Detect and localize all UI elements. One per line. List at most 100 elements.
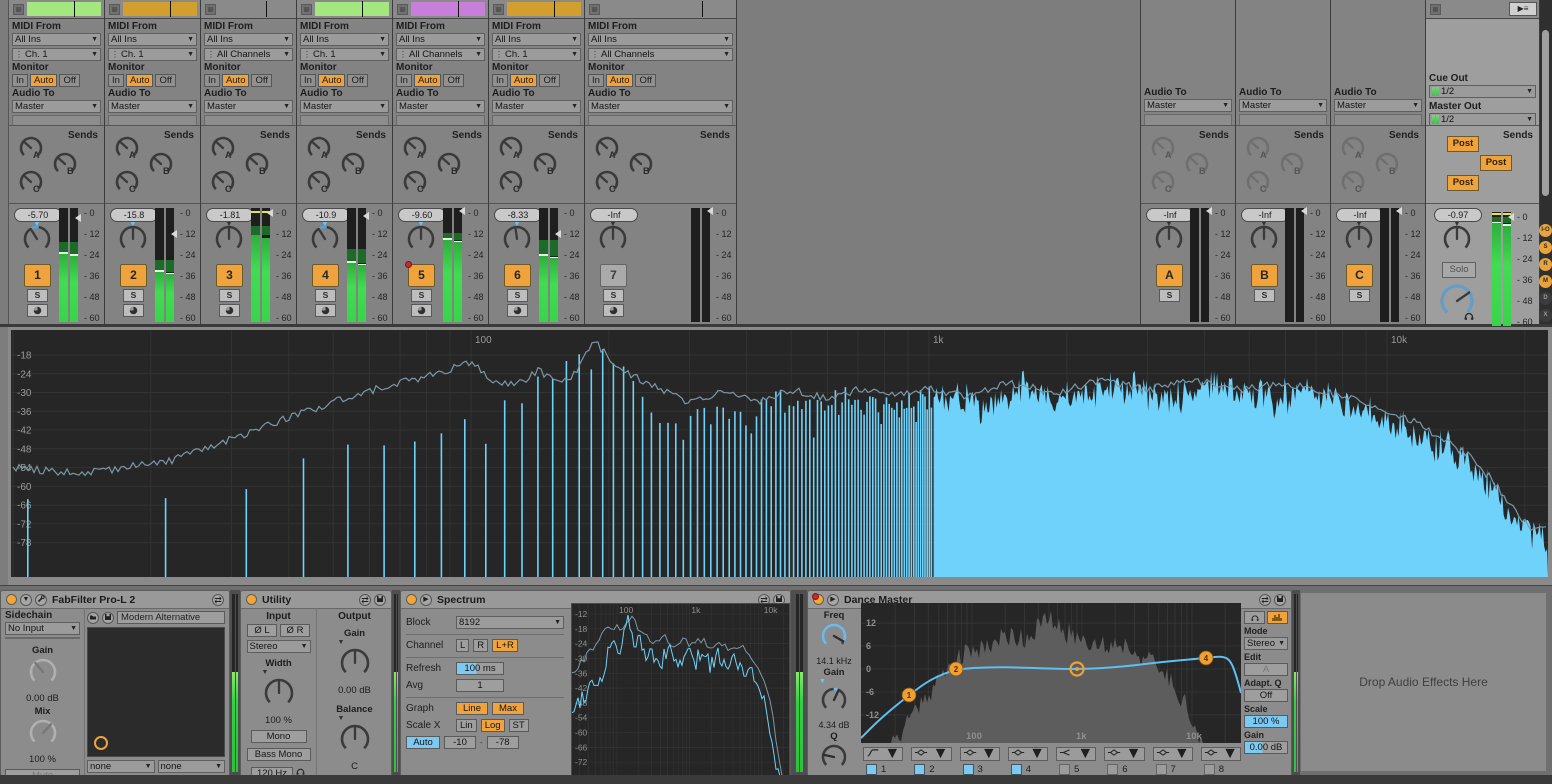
avg-value[interactable]: 1: [456, 679, 504, 692]
balance-knob[interactable]: ▼: [338, 715, 372, 761]
midi-channel-select[interactable]: ⋮All Channels▼: [396, 48, 485, 61]
midi-from-select[interactable]: All Ins▼: [588, 33, 733, 46]
solo-button[interactable]: S: [123, 289, 144, 302]
mini-spectrum-display[interactable]: -12-18-24-30-36-42-48-54-60-66-721001k10…: [571, 603, 790, 777]
return-activator-button[interactable]: C: [1346, 264, 1373, 287]
monitor-off-button[interactable]: Off: [635, 74, 656, 87]
track-activator-button[interactable]: 4: [312, 264, 339, 287]
cue-volume-knob[interactable]: [1438, 282, 1478, 322]
send-c-knob[interactable]: C: [17, 168, 45, 201]
pan-knob[interactable]: ▼: [596, 223, 630, 263]
send-c-knob[interactable]: C: [593, 168, 621, 201]
track-level-readout[interactable]: -9.60: [398, 208, 446, 222]
monitor-in-button[interactable]: In: [396, 74, 412, 87]
clip-stop-button[interactable]: [13, 4, 24, 15]
device-on-icon[interactable]: [406, 594, 417, 605]
eq-curve-display[interactable]: 1260-6-121001k10k124: [861, 603, 1241, 743]
save-preset-icon[interactable]: [1274, 594, 1286, 606]
gain-knob[interactable]: ▼: [819, 678, 849, 720]
arm-record-button[interactable]: [411, 304, 432, 317]
send-a-post-button[interactable]: Post: [1447, 136, 1479, 152]
width-knob[interactable]: ▼: [262, 669, 296, 715]
band-7-enable-checkbox[interactable]: [1156, 764, 1167, 775]
clip-stop-button[interactable]: [397, 4, 408, 15]
band-1-filter-type-select[interactable]: ▼: [863, 747, 903, 761]
send-b-knob[interactable]: B: [243, 150, 271, 183]
send-b-post-button[interactable]: Post: [1480, 155, 1512, 171]
band-6-enable-checkbox[interactable]: [1107, 764, 1118, 775]
track-level-readout[interactable]: -1.81: [206, 208, 254, 222]
send-b-knob[interactable]: B: [339, 150, 367, 183]
solo-button[interactable]: S: [1159, 289, 1180, 302]
pan-knob[interactable]: ▼: [20, 223, 54, 263]
device-on-icon[interactable]: [813, 594, 824, 605]
send-b-knob[interactable]: B: [531, 150, 559, 183]
range-low-field[interactable]: -78: [487, 736, 519, 749]
monitor-off-button[interactable]: Off: [251, 74, 272, 87]
track-activator-button[interactable]: 7: [600, 264, 627, 287]
audition-headphone-button[interactable]: [1244, 611, 1265, 624]
master-level-readout[interactable]: -0.97: [1434, 208, 1482, 222]
return-activator-button[interactable]: A: [1156, 264, 1183, 287]
send-a-knob[interactable]: A: [113, 134, 141, 167]
level-meter[interactable]: 01224364860: [539, 208, 583, 322]
clip-slot[interactable]: [219, 2, 293, 16]
send-c-knob[interactable]: C: [497, 168, 525, 201]
track-activator-button[interactable]: 1: [24, 264, 51, 287]
freq-value[interactable]: 14.1 kHz: [816, 656, 852, 666]
track-level-readout[interactable]: -15.8: [110, 208, 158, 222]
band-6-filter-type-select[interactable]: ▼: [1104, 747, 1144, 761]
channel-lr-button[interactable]: L+R: [492, 639, 518, 652]
adapt-q-button[interactable]: Off: [1244, 689, 1288, 702]
send-c-knob[interactable]: C: [1339, 168, 1367, 201]
master-out-select[interactable]: 1/2▼: [1429, 113, 1536, 125]
level-meter[interactable]: 01224364860: [155, 208, 199, 322]
clip-stop-button[interactable]: [493, 4, 504, 15]
send-c-knob[interactable]: C: [401, 168, 429, 201]
pan-knob[interactable]: ▼: [500, 223, 534, 263]
gain-knob[interactable]: ▼: [338, 639, 372, 685]
send-a-knob[interactable]: A: [401, 134, 429, 167]
solo-button[interactable]: S: [411, 289, 432, 302]
folder-icon[interactable]: [87, 612, 99, 624]
bass-mono-button[interactable]: Bass Mono: [247, 748, 311, 761]
send-c-knob[interactable]: C: [113, 168, 141, 201]
monitor-auto-button[interactable]: Auto: [510, 74, 538, 87]
device-on-icon[interactable]: [6, 594, 17, 605]
gain-knob[interactable]: [27, 656, 59, 693]
band-8-enable-checkbox[interactable]: [1204, 764, 1215, 775]
arm-record-button[interactable]: [315, 304, 336, 317]
band-1-enable-checkbox[interactable]: [866, 764, 877, 775]
monitor-off-button[interactable]: Off: [155, 74, 176, 87]
refresh-value[interactable]: 100 ms: [456, 662, 504, 675]
send-b-knob[interactable]: B: [1183, 150, 1211, 183]
mix-knob[interactable]: [27, 717, 59, 754]
save-icon[interactable]: [102, 612, 114, 624]
send-b-knob[interactable]: B: [51, 150, 79, 183]
band-2-enable-checkbox[interactable]: [914, 764, 925, 775]
arm-record-button[interactable]: [219, 304, 240, 317]
scale-log-button[interactable]: Log: [481, 719, 505, 732]
pan-knob[interactable]: ▼: [308, 223, 342, 263]
arm-record-button[interactable]: [123, 304, 144, 317]
device-title-bar[interactable]: ▼ FabFilter Pro-L 2 ⇄: [1, 591, 229, 609]
pan-knob[interactable]: ▼: [404, 223, 438, 263]
volume-fader-handle[interactable]: [1301, 207, 1307, 215]
volume-fader-handle[interactable]: [267, 209, 273, 217]
hot-swap-icon[interactable]: ⇄: [1259, 594, 1271, 606]
send-b-knob[interactable]: B: [1373, 150, 1401, 183]
wrench-icon[interactable]: [35, 594, 47, 606]
balance-value[interactable]: C: [351, 761, 358, 772]
monitor-auto-button[interactable]: Auto: [222, 74, 250, 87]
send-b-knob[interactable]: B: [1278, 150, 1306, 183]
midi-channel-select[interactable]: ⋮Ch. 1▼: [12, 48, 101, 61]
level-meter[interactable]: 01224364860: [59, 208, 103, 322]
audio-to-select[interactable]: Master▼: [588, 100, 733, 113]
monitor-off-button[interactable]: Off: [347, 74, 368, 87]
phase-left-button[interactable]: Ø L: [247, 624, 277, 637]
range-high-field[interactable]: -10: [444, 736, 476, 749]
send-a-knob[interactable]: A: [497, 134, 525, 167]
pan-knob[interactable]: ▼: [1342, 223, 1376, 263]
track-activator-button[interactable]: 2: [120, 264, 147, 287]
midi-channel-select[interactable]: ⋮Ch. 1▼: [300, 48, 389, 61]
